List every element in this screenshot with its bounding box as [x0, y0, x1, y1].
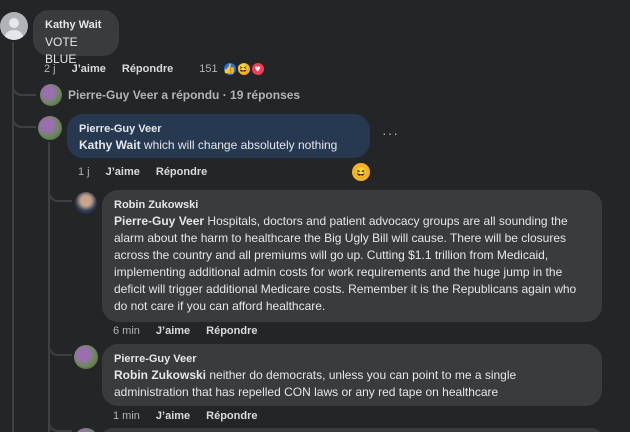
default-avatar-icon	[5, 18, 23, 40]
thread-line	[48, 142, 50, 432]
comment-timestamp[interactable]: 1 j	[78, 166, 90, 178]
comment-text: Kathy Wait which will change absolutely …	[79, 137, 358, 154]
mention-link[interactable]: Robin Zukowski	[114, 368, 206, 382]
thread-connector	[12, 84, 36, 96]
more-options-button[interactable]: ···	[382, 125, 399, 141]
thread-line	[12, 42, 14, 432]
comment-actions: 2 j J’aime Répondre 151 👍 😆 ♥	[44, 61, 266, 77]
reply-button[interactable]: Répondre	[122, 63, 173, 75]
comment-body: Hospitals, doctors and patient advocacy …	[114, 214, 577, 313]
comment-body: which will change absolutely nothing	[140, 138, 338, 152]
reply-button[interactable]: Répondre	[156, 166, 207, 178]
love-icon: ♥	[249, 61, 266, 77]
reaction-summary[interactable]: 151 👍 😆 ♥	[199, 61, 266, 77]
comment-bubble	[102, 428, 602, 432]
comment-bubble: Robin Zukowski Pierre-Guy Veer Hospitals…	[102, 190, 602, 322]
like-button[interactable]: J’aime	[72, 63, 106, 75]
avatar[interactable]	[75, 192, 97, 214]
mention-link[interactable]: Kathy Wait	[79, 138, 141, 152]
like-button[interactable]: J’aime	[156, 325, 190, 337]
thread-connector	[12, 116, 36, 128]
laugh-icon[interactable]: 😆	[352, 163, 370, 181]
comment-bubble: Pierre-Guy Veer Kathy Wait which will ch…	[67, 114, 370, 158]
avatar[interactable]	[74, 428, 98, 432]
replies-summary: Pierre-Guy Veer a répondu · 19 réponses	[68, 88, 301, 102]
mention-link[interactable]: Pierre-Guy Veer	[114, 214, 204, 228]
reaction-count: 151	[199, 63, 218, 75]
reply-button[interactable]: Répondre	[206, 325, 257, 337]
comment-author[interactable]: Pierre-Guy Veer	[79, 122, 358, 136]
comment-timestamp[interactable]: 2 j	[44, 63, 56, 75]
like-button[interactable]: J’aime	[156, 410, 190, 422]
comment-bubble: Kathy Wait VOTE BLUE	[33, 10, 119, 66]
comment-text: Robin Zukowski neither do democrats, unl…	[114, 367, 590, 401]
comment-author[interactable]: Pierre-Guy Veer	[114, 352, 590, 366]
like-button[interactable]: J’aime	[106, 166, 140, 178]
comment-actions: 6 min J’aime Répondre	[113, 325, 258, 337]
thread-connector	[48, 188, 72, 202]
thread-connector	[48, 340, 72, 356]
comment-text: Pierre-Guy Veer Hospitals, doctors and p…	[114, 213, 590, 315]
comment-author[interactable]: Robin Zukowski	[114, 198, 590, 212]
reply-button[interactable]: Répondre	[206, 410, 257, 422]
comment-actions: 1 j J’aime Répondre	[78, 166, 207, 178]
comment-timestamp[interactable]: 6 min	[113, 325, 140, 337]
thread-connector	[48, 420, 72, 432]
comment-actions: 1 min J’aime Répondre	[113, 410, 258, 422]
avatar[interactable]	[74, 345, 98, 369]
comment-timestamp[interactable]: 1 min	[113, 410, 140, 422]
comment-bubble: Pierre-Guy Veer Robin Zukowski neither d…	[102, 344, 602, 406]
avatar	[40, 84, 62, 106]
avatar[interactable]	[38, 116, 62, 140]
view-replies-link[interactable]: Pierre-Guy Veer a répondu · 19 réponses	[40, 84, 300, 106]
comment-author[interactable]: Kathy Wait	[45, 18, 107, 32]
avatar[interactable]	[0, 12, 28, 40]
